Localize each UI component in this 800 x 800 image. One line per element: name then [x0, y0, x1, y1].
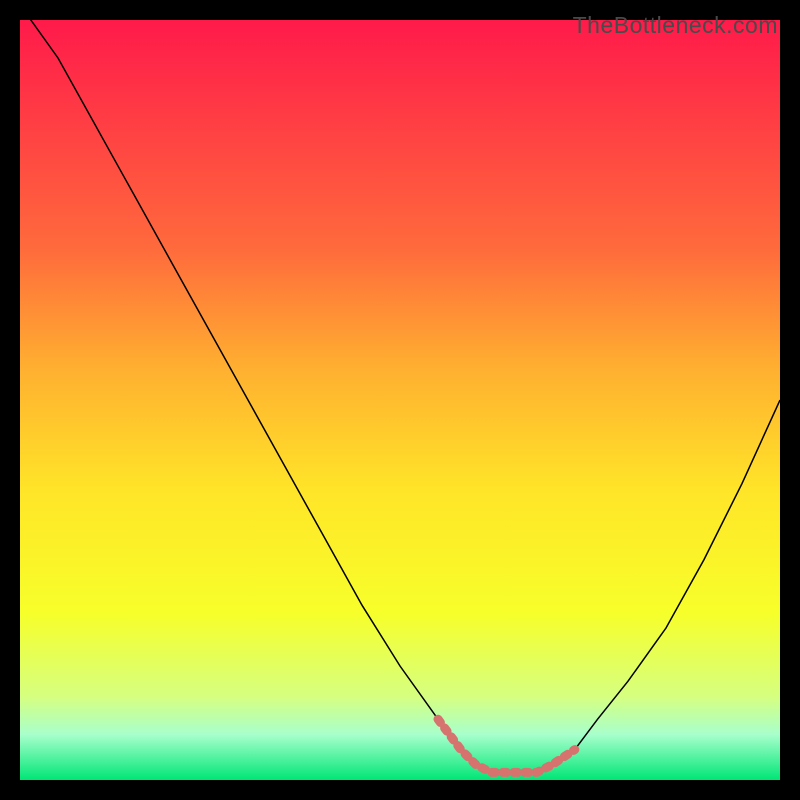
chart-svg — [20, 20, 780, 780]
chart-container: TheBottleneck.com — [0, 0, 800, 800]
watermark-label: TheBottleneck.com — [573, 12, 778, 39]
plot-area: TheBottleneck.com — [20, 20, 780, 780]
